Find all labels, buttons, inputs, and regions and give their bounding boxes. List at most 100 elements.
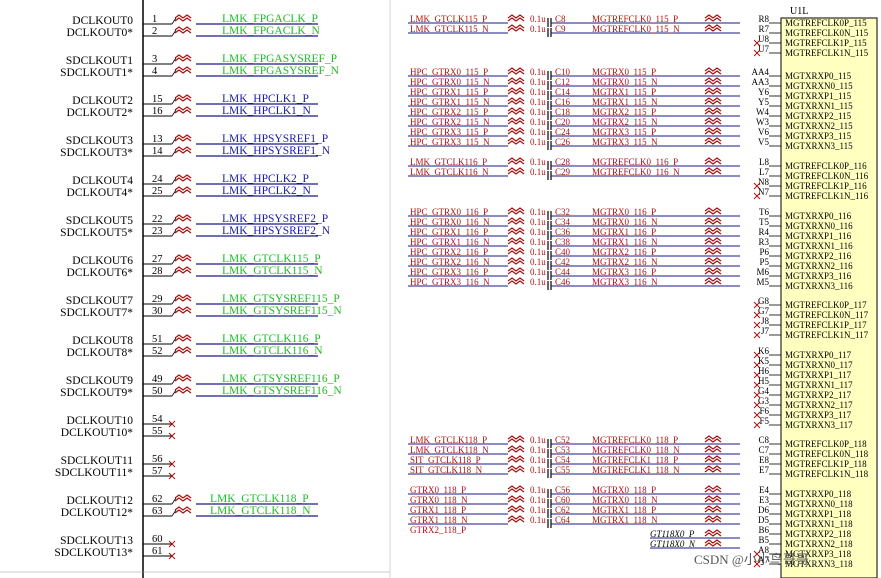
net-label: LMK_FPGASYSREF_P — [222, 53, 337, 65]
fpga-pin-number: V6 — [758, 127, 769, 137]
capacitor-value: 0.1u — [530, 67, 546, 77]
output-net-label: MGTRX3_116_P — [592, 267, 656, 277]
net-flag-icon — [704, 207, 722, 215]
net-flag-icon — [507, 167, 525, 175]
fpga-pin-number: M5 — [756, 277, 769, 287]
capacitor-value: 0.1u — [530, 77, 546, 87]
net-flag-icon — [174, 106, 192, 114]
pin-label: SDCLKOUT3 — [66, 135, 133, 147]
pin-label: SDCLKOUT5 — [66, 215, 133, 227]
output-net-label: MGTREFCLK0_118_P — [592, 435, 678, 445]
net-flag-icon — [704, 267, 722, 275]
pin-number: 63 — [152, 506, 163, 517]
fpga-pin-number: N7 — [758, 187, 769, 197]
output-net-label: MGTRX1_115_P — [592, 87, 656, 97]
fpga-pin-number: Y5 — [758, 97, 769, 107]
capacitor-value: 0.1u — [530, 485, 546, 495]
pin-label: DCLKOUT10 — [67, 415, 134, 427]
net-flag-icon — [704, 24, 722, 32]
net-flag-icon — [704, 227, 722, 235]
fpga-pin-number: F5 — [759, 416, 769, 426]
net-label: LMK_FPGASYSREF_N — [222, 65, 340, 77]
net-flag-icon — [174, 66, 192, 74]
fpga-pin-number: E4 — [759, 485, 769, 495]
net-flag-icon — [507, 495, 525, 503]
fpga-pin-number: R3 — [758, 237, 769, 247]
pin-number: 28 — [152, 266, 163, 277]
fpga-pin-number: F6 — [759, 406, 769, 416]
pin-number: 15 — [152, 94, 163, 105]
output-net-label: MGTRX1_116_N — [592, 237, 658, 247]
pin-label: SDCLKOUT13 — [60, 535, 133, 547]
fpga-port-name: MGTREFCLK0P_117 — [785, 300, 867, 310]
capacitor-value: 0.1u — [530, 14, 546, 24]
fpga-port-name: MGTXRXN0_115 — [785, 81, 853, 91]
fpga-pin-number: AA3 — [752, 77, 770, 87]
pin-label: SDCLKOUT9 — [66, 375, 133, 387]
capacitor-value: 0.1u — [530, 217, 546, 227]
net-label: LMK_GTCLK116_N — [222, 345, 323, 357]
net-label: LMK_HPSYSREF1_N — [222, 145, 331, 157]
fpga-port-name: MGTXRXP1_116 — [785, 231, 852, 241]
output-net-label: MGTRX1_118_P — [592, 505, 656, 515]
net-flag-icon — [704, 465, 722, 473]
net-flag-icon — [174, 174, 192, 182]
capacitor-value: 0.1u — [530, 157, 546, 167]
net-label: LMK_HPSYSREF2_N — [222, 225, 331, 237]
pin-label: SDCLKOUT5* — [60, 227, 133, 239]
pin-label: DCLKOUT4* — [67, 187, 134, 199]
component-reference: U1L — [790, 6, 808, 17]
net-label: LMK_FPGACLK_P — [222, 13, 318, 25]
net-flag-icon — [704, 127, 722, 135]
fpga-port-name: MGTXRXN3_117 — [785, 420, 853, 430]
net-label: LMK_HPSYSREF1_P — [222, 133, 328, 145]
net-flag-icon — [704, 539, 722, 547]
output-net-label: MGTREFCLK0_118_N — [592, 445, 680, 455]
output-net-label: MGTRX2_116_P — [592, 247, 656, 257]
net-flag-icon — [704, 117, 722, 125]
fpga-pin-number: T5 — [759, 217, 769, 227]
fpga-port-name: MGTXRXP2_118 — [785, 529, 852, 539]
net-label: LMK_GTSYSREF116_N — [222, 385, 342, 397]
no-connect-icon — [753, 321, 761, 329]
net-label: LMK_GTCLK118_P — [210, 493, 309, 505]
capacitor-value: 0.1u — [530, 435, 546, 445]
fpga-pin-number: D5 — [758, 515, 769, 525]
fpga-port-name: MGTXRXP2_116 — [785, 251, 852, 261]
net-flag-icon — [507, 237, 525, 245]
output-net-label: MGTRX3_116_N — [592, 277, 658, 287]
input-net-label: GTRX2_118_P — [410, 525, 466, 535]
output-net-label: MGTREFCLK0_116_N — [592, 167, 680, 177]
capacitor-value: 0.1u — [530, 237, 546, 247]
output-net-label: MGTRX2_115_P — [592, 107, 656, 117]
net-flag-icon — [174, 346, 192, 354]
net-flag-icon — [507, 14, 525, 22]
schematic-canvas: DCLKOUT0DCLKOUT0*12LMK_FPGACLK_PLMK_FPGA… — [0, 0, 878, 578]
net-label: LMK_GTSYSREF115_N — [222, 305, 342, 317]
net-flag-icon — [704, 515, 722, 523]
pin-label: DCLKOUT6* — [67, 267, 134, 279]
output-net-label: MGTRX3_115_P — [592, 127, 656, 137]
pin-label: SDCLKOUT9* — [60, 387, 133, 399]
output-net-label: MGTRX0_118_P — [592, 485, 656, 495]
output-net-label: MGTREFCLK1_118_N — [592, 465, 680, 475]
net-flag-icon — [704, 14, 722, 22]
capacitor-value: 0.1u — [530, 277, 546, 287]
pin-number: 1 — [152, 14, 157, 25]
pin-number: 23 — [152, 226, 163, 237]
no-connect-icon — [753, 331, 761, 339]
pin-number: 29 — [152, 294, 163, 305]
pin-number: 27 — [152, 254, 163, 265]
net-flag-icon — [507, 227, 525, 235]
fpga-pin-number: G7 — [758, 306, 769, 316]
pin-label: SDCLKOUT1* — [60, 67, 133, 79]
pin-number: 62 — [152, 494, 163, 505]
pin-label: SDCLKOUT13* — [54, 547, 133, 559]
fpga-port-name: MGTXRXN1_116 — [785, 241, 853, 251]
net-flag-icon — [174, 214, 192, 222]
net-flag-icon — [704, 277, 722, 285]
net-flag-icon — [507, 257, 525, 265]
net-flag-icon — [704, 247, 722, 255]
pin-number: 3 — [152, 54, 157, 65]
net-flag-icon — [704, 257, 722, 265]
